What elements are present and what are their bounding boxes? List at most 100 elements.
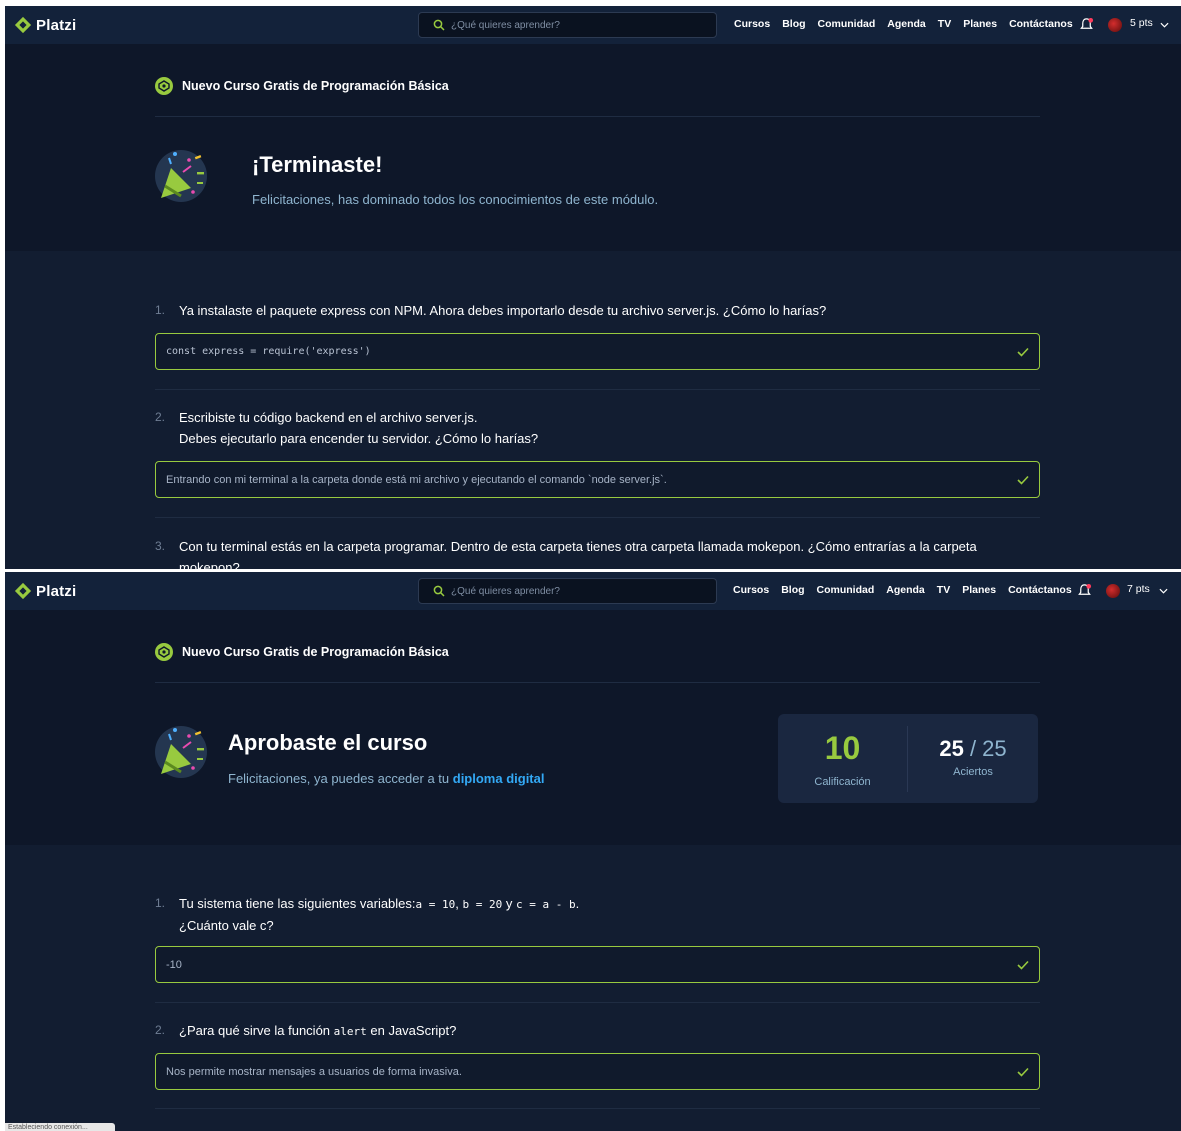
search-placeholder: ¿Qué quieres aprender? bbox=[451, 585, 560, 597]
divider bbox=[155, 116, 1040, 117]
question-1: 1. Tu sistema tiene las siguientes varia… bbox=[155, 893, 1040, 936]
divider bbox=[155, 517, 1040, 518]
nav-tv[interactable]: TV bbox=[938, 18, 951, 30]
answer-option[interactable]: Nos permite mostrar mensajes a usuarios … bbox=[155, 1053, 1040, 1090]
question-prefix: ¿Para qué sirve la función bbox=[179, 1023, 334, 1038]
question-1: 1. Ya instalaste el paquete express con … bbox=[155, 300, 1040, 321]
score-value: 10 bbox=[824, 730, 861, 766]
nav-blog[interactable]: Blog bbox=[782, 18, 805, 30]
question-label: Con tu terminal estás en la carpeta prog… bbox=[179, 539, 977, 569]
answer-option[interactable]: Entrando con mi terminal a la carpeta do… bbox=[155, 461, 1040, 498]
divider bbox=[155, 1108, 1040, 1109]
nav-comunidad[interactable]: Comunidad bbox=[817, 584, 875, 596]
sep-2: y bbox=[502, 896, 516, 911]
points-badge[interactable]: 5 pts bbox=[1130, 17, 1153, 29]
question-text: 2. ¿Para qué sirve la función alert en J… bbox=[155, 1020, 1040, 1042]
question-number: 3. bbox=[155, 539, 166, 553]
question-number: 1. bbox=[155, 303, 166, 317]
check-icon bbox=[1017, 960, 1029, 970]
question-number: 2. bbox=[155, 410, 166, 424]
screenshot-quiz-module: Platzi ¿Qué quieres aprender? Cursos Blo… bbox=[5, 6, 1181, 569]
correct-label: Aciertos bbox=[953, 766, 993, 778]
top-navbar: Platzi ¿Qué quieres aprender? Cursos Blo… bbox=[5, 6, 1181, 44]
divider bbox=[155, 682, 1040, 683]
screenshot-course-passed: Platzi ¿Qué quieres aprender? Cursos Blo… bbox=[5, 572, 1181, 1131]
score-label: Calificación bbox=[814, 776, 871, 788]
answer-option[interactable]: -10 bbox=[155, 946, 1040, 983]
question-text: 1. Ya instalaste el paquete express con … bbox=[155, 300, 1040, 321]
nav-contactanos[interactable]: Contáctanos bbox=[1009, 18, 1073, 30]
chevron-down-icon[interactable] bbox=[1160, 22, 1169, 28]
nav-planes[interactable]: Planes bbox=[962, 584, 996, 596]
bell-icon[interactable] bbox=[1079, 17, 1094, 32]
result-subtitle: Felicitaciones, ya puedes acceder a tu d… bbox=[228, 771, 544, 786]
answer-option[interactable]: const express = require('express') bbox=[155, 333, 1040, 370]
divider bbox=[155, 389, 1040, 390]
check-icon bbox=[1017, 347, 1029, 357]
answer-text: Nos permite mostrar mensajes a usuarios … bbox=[166, 1065, 462, 1078]
search-input[interactable]: ¿Qué quieres aprender? bbox=[418, 12, 717, 38]
question-line-2: Debes ejecutarlo para encender tu servid… bbox=[179, 431, 539, 446]
result-subtitle-text: Felicitaciones, ya puedes acceder a tu bbox=[228, 771, 453, 786]
main-nav: Cursos Blog Comunidad Agenda TV Planes C… bbox=[734, 18, 1073, 30]
browser-status-bar: Estableciendo conexión... bbox=[5, 1123, 115, 1131]
code-alert: alert bbox=[333, 1025, 367, 1038]
diploma-link[interactable]: diploma digital bbox=[453, 771, 545, 786]
logo-text: Platzi bbox=[36, 16, 77, 34]
question-text: 3. Con tu terminal estás en la carpeta p… bbox=[155, 536, 1040, 569]
divider bbox=[155, 1002, 1040, 1003]
search-icon bbox=[433, 19, 445, 31]
course-title: Nuevo Curso Gratis de Programación Básic… bbox=[182, 79, 449, 93]
nav-planes[interactable]: Planes bbox=[963, 18, 997, 30]
nav-agenda[interactable]: Agenda bbox=[886, 584, 925, 596]
answer-text: const express = require('express') bbox=[166, 346, 371, 357]
course-badge-icon bbox=[155, 77, 173, 95]
course-header[interactable]: Nuevo Curso Gratis de Programación Básic… bbox=[155, 77, 449, 95]
question-line-2: ¿Cuánto vale c? bbox=[179, 918, 274, 933]
nav-blog[interactable]: Blog bbox=[781, 584, 804, 596]
course-header[interactable]: Nuevo Curso Gratis de Programación Básic… bbox=[155, 643, 449, 661]
score-card: 10 Calificación 25 / 25 Aciertos bbox=[778, 714, 1038, 803]
question-line-1: Escribiste tu código backend en el archi… bbox=[179, 410, 478, 425]
question-number: 1. bbox=[155, 896, 166, 910]
bell-icon[interactable] bbox=[1077, 583, 1092, 598]
code-a: a = 10 bbox=[415, 898, 456, 911]
code-b: b = 20 bbox=[462, 898, 503, 911]
search-placeholder: ¿Qué quieres aprender? bbox=[451, 19, 560, 31]
course-badge-icon bbox=[155, 643, 173, 661]
question-number: 2. bbox=[155, 1023, 166, 1037]
sep-1: , bbox=[455, 896, 463, 911]
correct-count: 25 / 25 bbox=[908, 736, 1038, 762]
chevron-down-icon[interactable] bbox=[1159, 588, 1168, 594]
platzi-logo[interactable]: Platzi bbox=[14, 15, 76, 35]
code-c: c = a - b bbox=[516, 898, 576, 911]
avatar[interactable] bbox=[1108, 18, 1122, 32]
platzi-logo-icon bbox=[14, 16, 32, 34]
nav-contactanos[interactable]: Contáctanos bbox=[1008, 584, 1072, 596]
nav-cursos[interactable]: Cursos bbox=[734, 18, 770, 30]
nav-agenda[interactable]: Agenda bbox=[887, 18, 926, 30]
correct-value: 25 bbox=[939, 736, 964, 761]
check-icon bbox=[1017, 1067, 1029, 1077]
question-text: 2. Escribiste tu código backend en el ar… bbox=[155, 407, 1040, 449]
check-icon bbox=[1017, 475, 1029, 485]
question-suffix: . bbox=[575, 896, 580, 911]
nav-cursos[interactable]: Cursos bbox=[733, 584, 769, 596]
logo-text: Platzi bbox=[36, 582, 77, 600]
nav-tv[interactable]: TV bbox=[937, 584, 950, 596]
answer-text: Entrando con mi terminal a la carpeta do… bbox=[166, 473, 667, 486]
platzi-logo-icon bbox=[14, 582, 32, 600]
total-value: / 25 bbox=[969, 736, 1007, 761]
question-2: 2. ¿Para qué sirve la función alert en J… bbox=[155, 1020, 1040, 1042]
party-popper-icon bbox=[155, 726, 207, 778]
question-text: 1. Tu sistema tiene las siguientes varia… bbox=[155, 893, 1040, 936]
result-title: ¡Terminaste! bbox=[252, 152, 383, 177]
avatar[interactable] bbox=[1106, 584, 1120, 598]
points-badge[interactable]: 7 pts bbox=[1127, 583, 1150, 595]
main-nav: Cursos Blog Comunidad Agenda TV Planes C… bbox=[733, 584, 1072, 596]
result-title: Aprobaste el curso bbox=[228, 730, 428, 755]
search-input[interactable]: ¿Qué quieres aprender? bbox=[418, 578, 717, 604]
nav-comunidad[interactable]: Comunidad bbox=[818, 18, 876, 30]
question-suffix: en JavaScript? bbox=[366, 1023, 457, 1038]
platzi-logo[interactable]: Platzi bbox=[14, 581, 76, 601]
